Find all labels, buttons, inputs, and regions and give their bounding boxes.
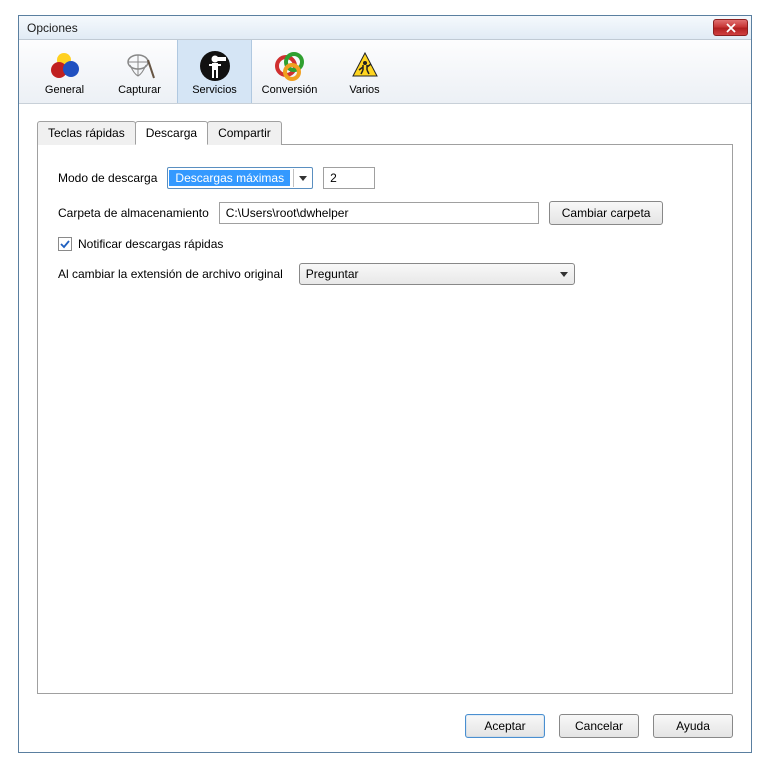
accept-button[interactable]: Aceptar <box>465 714 545 738</box>
download-count-input[interactable]: 2 <box>323 167 375 189</box>
toolbar: General Capturar Servicios Conversión Va… <box>19 40 751 104</box>
toolbar-item-conversion[interactable]: Conversión <box>252 40 327 103</box>
storage-folder-input[interactable]: C:\Users\root\dwhelper <box>219 202 539 224</box>
toolbar-label-conversion: Conversión <box>262 84 318 96</box>
download-count-value: 2 <box>330 171 337 185</box>
toolbar-label-general: General <box>45 84 84 96</box>
notify-row: Notificar descargas rápidas <box>58 237 712 251</box>
notify-checkbox-wrap[interactable]: Notificar descargas rápidas <box>58 237 223 251</box>
storage-folder-row: Carpeta de almacenamiento C:\Users\root\… <box>58 201 712 225</box>
extension-change-label: Al cambiar la extensión de archivo origi… <box>58 267 283 281</box>
balls-icon <box>49 50 81 82</box>
titlebar: Opciones <box>19 16 751 40</box>
help-button[interactable]: Ayuda <box>653 714 733 738</box>
person-icon <box>199 50 231 82</box>
toolbar-label-capturar: Capturar <box>118 84 161 96</box>
tab-panel-descarga: Modo de descarga Descargas máximas 2 Car… <box>37 144 733 694</box>
toolbar-item-capturar[interactable]: Capturar <box>102 40 177 103</box>
rings-icon <box>274 50 306 82</box>
tab-descarga[interactable]: Descarga <box>135 121 208 145</box>
toolbar-item-varios[interactable]: Varios <box>327 40 402 103</box>
extension-change-value: Preguntar <box>306 267 359 281</box>
window-title: Opciones <box>27 21 78 35</box>
close-icon <box>726 23 736 33</box>
change-folder-button[interactable]: Cambiar carpeta <box>549 201 664 225</box>
net-icon <box>124 50 156 82</box>
storage-folder-value: C:\Users\root\dwhelper <box>226 206 349 220</box>
toolbar-label-varios: Varios <box>349 84 379 96</box>
download-mode-value: Descargas máximas <box>169 170 290 186</box>
extension-change-row: Al cambiar la extensión de archivo origi… <box>58 263 712 285</box>
toolbar-item-servicios[interactable]: Servicios <box>177 40 252 103</box>
toolbar-item-general[interactable]: General <box>27 40 102 103</box>
tab-compartir[interactable]: Compartir <box>207 121 282 145</box>
chevron-down-icon <box>293 169 311 187</box>
options-window: Opciones General Capturar Servicios <box>18 15 752 753</box>
footer-buttons: Aceptar Cancelar Ayuda <box>19 704 751 752</box>
download-mode-label: Modo de descarga <box>58 171 157 185</box>
toolbar-label-servicios: Servicios <box>192 84 237 96</box>
content-area: Teclas rápidas Descarga Compartir Modo d… <box>19 104 751 704</box>
extension-change-dropdown[interactable]: Preguntar <box>299 263 575 285</box>
chevron-down-icon <box>560 272 568 277</box>
tab-strip: Teclas rápidas Descarga Compartir <box>37 120 733 144</box>
worker-icon <box>349 50 381 82</box>
notify-checkbox-label: Notificar descargas rápidas <box>78 237 223 251</box>
checkmark-icon <box>60 239 70 249</box>
download-mode-row: Modo de descarga Descargas máximas 2 <box>58 167 712 189</box>
storage-folder-label: Carpeta de almacenamiento <box>58 206 209 220</box>
close-button[interactable] <box>713 19 748 36</box>
cancel-button[interactable]: Cancelar <box>559 714 639 738</box>
notify-checkbox[interactable] <box>58 237 72 251</box>
download-mode-dropdown[interactable]: Descargas máximas <box>167 167 313 189</box>
tab-teclas-rapidas[interactable]: Teclas rápidas <box>37 121 136 145</box>
